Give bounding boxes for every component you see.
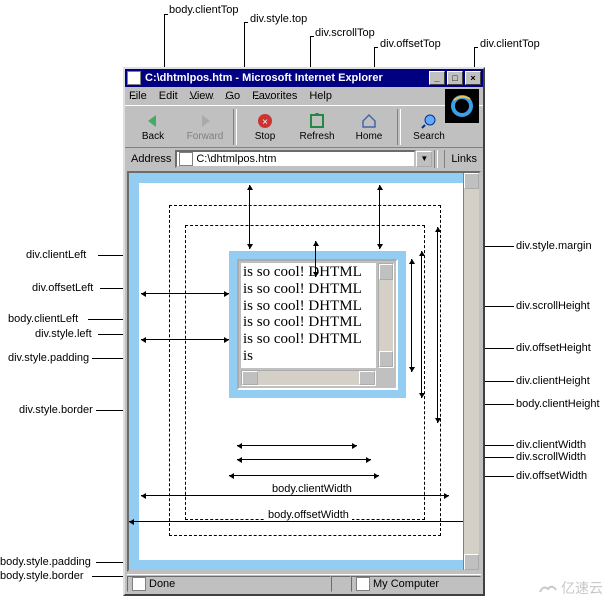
forward-button[interactable]: Forward: [179, 108, 231, 146]
close-button[interactable]: ×: [465, 71, 481, 85]
search-label: Search: [413, 131, 445, 142]
label-body-clientheight: body.clientHeight: [516, 398, 600, 410]
stop-label: Stop: [255, 131, 276, 142]
back-label: Back: [142, 131, 164, 142]
home-icon: [360, 112, 378, 130]
label-div-offsetwidth: div.offsetWidth: [516, 470, 587, 482]
label-body-offsetwidth: body.offsetWidth: [265, 509, 352, 521]
arrow-div-style-top: [249, 185, 250, 249]
label-div-style-border: div.style.border: [19, 404, 93, 416]
arrow-div-offsetwidth: [229, 475, 379, 476]
div-content: is so cool! DHTML is so cool! DHTML is s…: [241, 263, 376, 368]
div-vertical-scrollbar[interactable]: [378, 263, 394, 368]
status-pane-left: Done: [127, 576, 331, 592]
refresh-icon: [308, 112, 326, 130]
statusbar: Done My Computer: [127, 574, 481, 592]
div-client-box: is so cool! DHTML is so cool! DHTML is s…: [237, 259, 398, 390]
menu-edit[interactable]: Edit: [159, 90, 178, 102]
label-div-offsettop: div.offsetTop: [380, 38, 441, 50]
menu-view[interactable]: View: [190, 90, 214, 102]
address-dropdown-button[interactable]: ▼: [416, 151, 432, 167]
label-div-style-top: div.style.top: [250, 13, 307, 25]
app-icon: [127, 71, 141, 85]
status-pane-mid: [331, 576, 351, 592]
home-button[interactable]: Home: [343, 108, 395, 146]
label-div-style-left: div.style.left: [35, 328, 92, 340]
maximize-button[interactable]: □: [447, 71, 463, 85]
label-div-clientleft: div.clientLeft: [26, 249, 86, 261]
menu-help[interactable]: Help: [309, 90, 332, 102]
address-field[interactable]: C:\dhtmlpos.htm: [175, 150, 416, 168]
minimize-button[interactable]: _: [429, 71, 445, 85]
arrow-div-scrollwidth: [237, 459, 371, 460]
menubar: File Edit View Go Favorites Help: [125, 87, 483, 105]
arrow-div-offsettop: [379, 185, 380, 249]
refresh-label: Refresh: [299, 131, 334, 142]
document-body: is so cool! DHTML is so cool! DHTML is s…: [139, 183, 469, 560]
back-icon: [144, 112, 162, 130]
arrow-body-offsetwidth: [129, 521, 479, 522]
computer-icon: [356, 577, 370, 591]
address-value: C:\dhtmlpos.htm: [196, 153, 276, 165]
stop-icon: ×: [256, 112, 274, 130]
back-button[interactable]: Back: [127, 108, 179, 146]
arrow-div-scrolltop: [315, 241, 316, 277]
label-body-clientleft: body.clientLeft: [8, 313, 78, 325]
label-body-clienttop: body.clientTop: [169, 4, 239, 16]
label-div-offsetleft: div.offsetLeft: [32, 282, 93, 294]
watermark: 亿速云: [537, 578, 603, 598]
label-div-style-padding: div.style.padding: [8, 352, 89, 364]
svg-text:×: ×: [262, 117, 268, 128]
titlebar: C:\dhtmlpos.htm - Microsoft Internet Exp…: [125, 69, 483, 87]
arrow-div-style-left: [141, 339, 229, 340]
arrow-div-clientwidth: [237, 445, 357, 446]
label-div-style-margin: div.style.margin: [516, 240, 592, 252]
done-icon: [132, 577, 146, 591]
label-body-clientwidth: body.clientWidth: [269, 483, 355, 495]
div-horizontal-scrollbar[interactable]: [241, 370, 376, 386]
search-icon: [420, 112, 438, 130]
forward-label: Forward: [187, 131, 224, 142]
document-viewport: is so cool! DHTML is so cool! DHTML is s…: [127, 171, 481, 572]
label-div-clientwidth: div.clientWidth: [516, 439, 586, 451]
arrow-body-clientwidth: [141, 495, 449, 496]
address-label: Address: [131, 153, 171, 165]
address-bar: Address C:\dhtmlpos.htm ▼ Links: [125, 147, 483, 169]
home-label: Home: [356, 131, 383, 142]
arrow-div-offsetleft: [141, 293, 229, 294]
label-body-style-padding: body.style.padding: [0, 556, 91, 568]
forward-icon: [196, 112, 214, 130]
label-div-clientheight: div.clientHeight: [516, 375, 590, 387]
menu-file[interactable]: File: [129, 90, 147, 102]
stop-button[interactable]: × Stop: [239, 108, 291, 146]
label-div-scrollheight: div.scrollHeight: [516, 300, 590, 312]
label-div-scrolltop: div.scrollTop: [315, 27, 375, 39]
arrow-div-clientheight: [411, 259, 412, 372]
toolbar: Back Forward × Stop Refresh Home Search: [125, 105, 483, 147]
window-title: C:\dhtmlpos.htm - Microsoft Internet Exp…: [145, 72, 427, 84]
label-div-scrollwidth: div.scrollWidth: [516, 451, 586, 463]
arrow-div-scrollheight: [437, 227, 438, 423]
refresh-button[interactable]: Refresh: [291, 108, 343, 146]
status-zone: My Computer: [373, 578, 439, 590]
status-done: Done: [149, 578, 175, 590]
label-div-clienttop: div.clientTop: [480, 38, 540, 50]
status-pane-zone: My Computer: [351, 576, 481, 592]
menu-go[interactable]: Go: [225, 90, 240, 102]
ie-logo-icon: [445, 89, 479, 123]
body-vertical-scrollbar[interactable]: [463, 173, 479, 570]
menu-favorites[interactable]: Favorites: [252, 90, 297, 102]
label-body-style-border: body.style.border: [0, 570, 84, 582]
page-icon: [179, 152, 193, 166]
links-button[interactable]: Links: [444, 150, 477, 168]
browser-window: C:\dhtmlpos.htm - Microsoft Internet Exp…: [123, 67, 485, 596]
arrow-div-offsetheight: [421, 251, 422, 398]
label-div-offsetheight: div.offsetHeight: [516, 342, 591, 354]
watermark-text: 亿速云: [561, 578, 603, 598]
